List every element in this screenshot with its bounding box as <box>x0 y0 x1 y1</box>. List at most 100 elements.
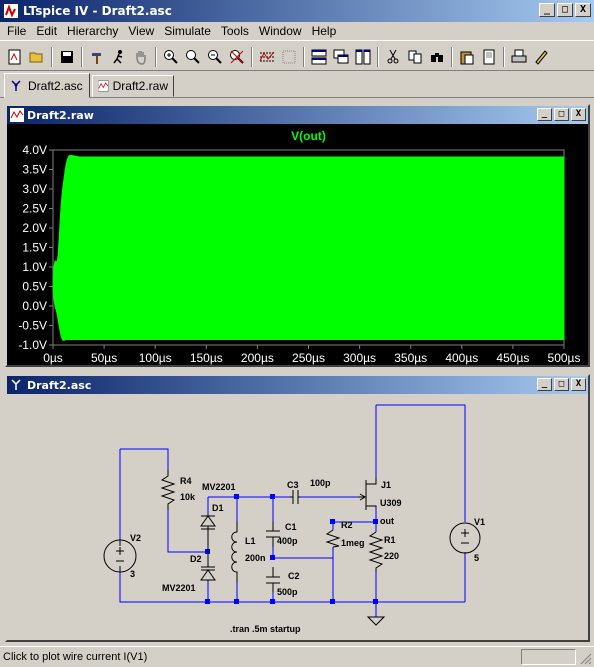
waveform-icon <box>10 108 24 122</box>
zoom-out-icon <box>208 49 222 64</box>
run-button[interactable] <box>108 46 130 68</box>
open-button[interactable] <box>26 46 48 68</box>
zoom-out-button[interactable] <box>204 46 226 68</box>
zoom-in-button[interactable] <box>160 46 182 68</box>
x-tick-label: 300µs <box>343 351 376 365</box>
tile-horizontal-button[interactable] <box>308 46 330 68</box>
junction <box>234 599 239 604</box>
maximize-button[interactable]: □ <box>557 3 573 17</box>
v1-value-label: 5 <box>474 553 479 563</box>
y-tick-label: -1.0V <box>18 338 47 352</box>
paste-icon <box>460 51 474 64</box>
capacitor-c3-symbol[interactable] <box>290 490 300 504</box>
menu-simulate[interactable]: Simulate <box>159 24 216 38</box>
mark-unused-button[interactable] <box>278 46 300 68</box>
resize-grip-icon[interactable] <box>580 653 592 665</box>
save-icon <box>61 50 73 63</box>
plot-maximize-button[interactable]: □ <box>554 108 569 121</box>
x-tick-label: 450µs <box>496 351 529 365</box>
zoom-in-icon <box>164 49 178 64</box>
d2-model-label: MV2201 <box>162 583 196 593</box>
j1-model-label: U309 <box>380 498 402 508</box>
autorange-button[interactable] <box>256 46 278 68</box>
d1-model-label: MV2201 <box>202 482 236 492</box>
resistor-r1-symbol[interactable] <box>368 531 384 572</box>
spice-directive[interactable]: .tran .5m startup <box>230 624 301 634</box>
voltage-source-v1-symbol[interactable] <box>449 522 481 554</box>
new-schematic-icon <box>8 49 21 64</box>
toolbar-separator <box>51 46 53 67</box>
toolbar-separator <box>251 46 253 67</box>
minimize-button[interactable]: _ <box>539 3 555 17</box>
trace-label[interactable]: V(out) <box>291 129 326 143</box>
find-button[interactable] <box>426 46 448 68</box>
menu-hierarchy[interactable]: Hierarchy <box>62 24 123 38</box>
schematic-canvas[interactable]: R4 10k V2 3 MV2201 D1 D2 MV2201 L1 200n … <box>7 394 588 640</box>
schematic-minimize-button[interactable]: _ <box>537 378 552 391</box>
menu-bar: File Edit Hierarchy View Simulate Tools … <box>0 22 594 41</box>
junction <box>373 519 378 524</box>
waveform-plot[interactable]: V(out) 4.0V 3.5V 3.0V 2.5V 2.0V 1.5V 1.0V 0.5V 0.… <box>7 124 588 365</box>
resistor-r2-symbol[interactable] <box>325 529 341 548</box>
schematic-window-title: Draft2.asc <box>27 378 92 392</box>
junction <box>270 599 275 604</box>
scissors-icon <box>387 49 399 63</box>
inductor-l1-symbol[interactable] <box>231 522 238 582</box>
close-button[interactable]: X <box>575 3 591 17</box>
x-tick-label: 150µs <box>190 351 223 365</box>
x-tick-label: 400µs <box>445 351 478 365</box>
copy-button[interactable] <box>404 46 426 68</box>
zoom-pan-button[interactable] <box>182 46 204 68</box>
save-button[interactable] <box>56 46 78 68</box>
schematic-window: Draft2.asc _ □ X R4 10k V2 3 MV2201 D1 D… <box>5 374 590 642</box>
l1-ref-label: L1 <box>245 536 256 546</box>
halt-button[interactable] <box>130 46 152 68</box>
x-tick-label: 250µs <box>292 351 325 365</box>
y-tick-label: 2.0V <box>22 221 47 235</box>
plot-close-button[interactable]: X <box>571 108 586 121</box>
tab-draft2-asc[interactable]: Draft2.asc <box>4 73 90 98</box>
print-button[interactable] <box>508 46 530 68</box>
menu-edit[interactable]: Edit <box>31 24 62 38</box>
schematic-icon <box>11 379 21 390</box>
tab-draft2-raw[interactable]: Draft2.raw <box>92 75 174 97</box>
plot-window: Draft2.raw _ □ X V(out) 4.0V 3.5V 3.0V 2.5V 2… <box>5 104 590 367</box>
y-tick-label: 1.0V <box>22 260 47 274</box>
diode-d1-symbol[interactable] <box>200 514 216 552</box>
v2-ref-label: V2 <box>130 533 141 543</box>
menu-tools[interactable]: Tools <box>216 24 254 38</box>
draft-button[interactable] <box>530 46 552 68</box>
y-tick-label: 0.5V <box>22 280 47 294</box>
copy-icon <box>408 50 422 63</box>
diode-d2-symbol[interactable] <box>200 552 216 582</box>
app-title-bar: LTspice IV - Draft2.asc _ □ X <box>0 0 594 22</box>
schematic-maximize-button[interactable]: □ <box>554 378 569 391</box>
menu-file[interactable]: File <box>2 24 31 38</box>
cut-button[interactable] <box>382 46 404 68</box>
j1-ref-label: J1 <box>381 480 391 490</box>
zoom-fit-button[interactable] <box>226 46 248 68</box>
tile-vertical-button[interactable] <box>352 46 374 68</box>
c3-value-label: 100p <box>310 478 331 488</box>
plot-minimize-button[interactable]: _ <box>537 108 552 121</box>
r4-ref-label: R4 <box>180 476 192 486</box>
schematic-close-button[interactable]: X <box>571 378 586 391</box>
tile-vertical-icon <box>355 49 371 64</box>
toolbar-separator <box>303 46 305 67</box>
status-bar: Click to plot wire current I(V1) <box>0 646 594 667</box>
zoom-fit-icon <box>230 49 244 64</box>
new-schematic-button[interactable] <box>4 46 26 68</box>
control-panel-button[interactable] <box>86 46 108 68</box>
menu-help[interactable]: Help <box>307 24 342 38</box>
toolbar-separator <box>377 46 379 67</box>
resistor-r4-symbol[interactable] <box>160 470 176 510</box>
menu-window[interactable]: Window <box>254 24 307 38</box>
print-preview-button[interactable] <box>478 46 500 68</box>
running-man-icon <box>113 49 123 64</box>
net-label-out[interactable]: out <box>380 516 394 526</box>
x-tick-label: 200µs <box>241 351 274 365</box>
menu-view[interactable]: View <box>123 24 159 38</box>
paste-button[interactable] <box>456 46 478 68</box>
jfet-j1-symbol[interactable] <box>358 477 377 510</box>
cascade-button[interactable] <box>330 46 352 68</box>
